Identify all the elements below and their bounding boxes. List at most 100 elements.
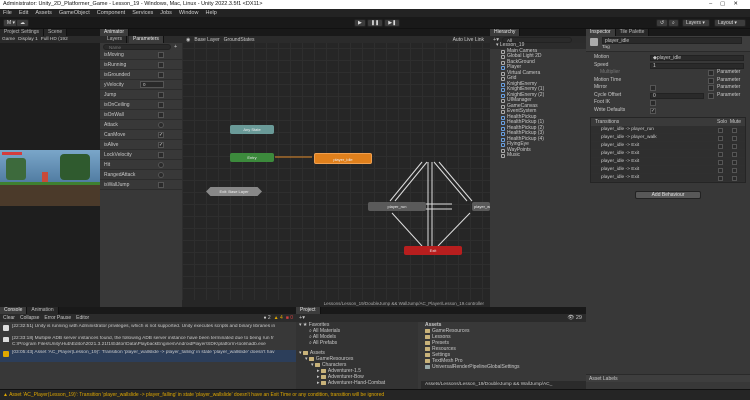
param-row[interactable]: LockVelocity	[100, 150, 182, 160]
param-checkbox[interactable]	[158, 51, 164, 58]
add-parameter-icon[interactable]: +	[174, 44, 177, 50]
transition-row[interactable]: player_idle -> Exit	[591, 174, 745, 182]
add-behaviour-button[interactable]: Add Behaviour	[635, 191, 701, 199]
menu-gameobject[interactable]: GameObject	[59, 9, 90, 17]
hierarchy-item[interactable]: Music	[498, 152, 586, 159]
param-row[interactable]: CanMove ✓	[100, 130, 182, 140]
mirror-param-checkbox[interactable]	[708, 85, 714, 91]
node-player-run[interactable]: player_run	[368, 202, 426, 211]
console-message-line2[interactable]: C:\Program Files\Unity\Hub\Editor\2021.3…	[0, 342, 296, 350]
status-bar[interactable]: ▲ Asset 'AC_Player(Lesson_19)': Transiti…	[0, 389, 750, 400]
param-row[interactable]: Jump	[100, 90, 182, 100]
param-float-field[interactable]: 0	[140, 81, 164, 88]
param-checkbox[interactable]	[158, 181, 164, 188]
param-row[interactable]: isGrounded	[100, 70, 182, 80]
warning-count[interactable]: ▲ 4	[274, 315, 283, 321]
editor-dropdown[interactable]: Editor	[76, 315, 89, 321]
param-checkbox[interactable]	[158, 61, 164, 68]
error-count[interactable]: ■ 0	[286, 315, 293, 321]
play-icon[interactable]: ▶	[354, 19, 366, 27]
game-view-image[interactable]	[0, 150, 100, 206]
param-row[interactable]: isWallJump	[100, 180, 182, 190]
tab-inspector[interactable]: Inspector	[586, 29, 616, 36]
foot-ik-checkbox[interactable]	[650, 100, 656, 106]
transition-row[interactable]: player_idle -> Exit	[591, 158, 745, 166]
param-row[interactable]: yVelocity 0	[100, 80, 182, 90]
param-row[interactable]: isAlive ✓	[100, 140, 182, 150]
multiplier-param-checkbox[interactable]	[708, 70, 714, 76]
motion-time-param-checkbox[interactable]	[708, 77, 714, 84]
animator-graph[interactable]: ◉ Base Layer GroundStates Auto Live Link…	[182, 36, 490, 300]
node-exit[interactable]: Exit	[404, 246, 462, 255]
menu-help[interactable]: Help	[205, 9, 216, 17]
menu-jobs[interactable]: Jobs	[160, 9, 172, 17]
search-icon[interactable]: ⌕	[668, 19, 679, 27]
transition-row[interactable]: player_idle -> player_walk	[591, 134, 745, 142]
info-count[interactable]: ● 2	[263, 315, 270, 321]
tab-layers[interactable]: Layers	[103, 36, 128, 43]
node-player-walk[interactable]: player_walk	[472, 202, 490, 211]
game-dropdown[interactable]: Game	[2, 37, 15, 42]
param-row[interactable]: isRunning	[100, 60, 182, 70]
cloud-icon[interactable]: ☁	[16, 19, 29, 27]
param-trigger[interactable]	[158, 161, 164, 168]
menu-edit[interactable]: Edit	[19, 9, 28, 17]
param-row[interactable]: Attack	[100, 120, 182, 130]
node-any-state[interactable]: Any State	[230, 125, 274, 134]
param-trigger[interactable]	[158, 121, 164, 128]
menu-window[interactable]: Window	[179, 9, 199, 17]
motion-field[interactable]: ◆player_idle	[650, 55, 744, 61]
speed-field[interactable]: 1	[650, 62, 744, 69]
transition-row[interactable]: player_idle -> Exit	[591, 142, 745, 150]
menu-assets[interactable]: Assets	[35, 9, 52, 17]
tab-animator[interactable]: Animator	[100, 29, 130, 36]
console-message[interactable]: [03:05:43] Asset 'AC_Player(Lesson_19)':…	[0, 350, 296, 362]
param-row[interactable]: RangedAttack	[100, 170, 182, 180]
tab-scene[interactable]: Scene	[44, 29, 68, 36]
tab-hierarchy[interactable]: Hierarchy	[490, 29, 521, 36]
menu-component[interactable]: Component	[97, 9, 125, 17]
cycle-offset-field[interactable]: 0	[650, 92, 704, 99]
menu-services[interactable]: Services	[132, 9, 153, 17]
node-exit-base-layer[interactable]: Exit: Base Layer	[206, 187, 262, 196]
param-trigger[interactable]	[158, 171, 164, 178]
tab-parameters[interactable]: Parameters	[129, 36, 164, 43]
history-icon[interactable]: ↺	[656, 19, 669, 27]
params-search-input[interactable]: Name	[103, 43, 171, 50]
tab-animation[interactable]: Animation	[27, 307, 59, 314]
transition-row[interactable]: player_idle -> Exit	[591, 166, 745, 174]
param-row[interactable]: isOnCeiling	[100, 100, 182, 110]
window-controls[interactable]: –▢✕	[709, 0, 746, 9]
param-checkbox[interactable]: ✓	[158, 141, 164, 148]
param-row[interactable]: Hit	[100, 160, 182, 170]
menu-file[interactable]: File	[3, 9, 12, 17]
layout-dropdown[interactable]: Layout ▾	[714, 19, 746, 27]
tab-console[interactable]: Console	[0, 307, 28, 314]
param-row[interactable]: isMoving	[100, 50, 182, 60]
tree-folder[interactable]: ▸ Adventurer-Hand-Combat	[299, 380, 418, 386]
write-defaults-checkbox[interactable]: ✓	[650, 107, 656, 114]
param-checkbox[interactable]	[158, 111, 164, 118]
param-checkbox[interactable]: ✓	[158, 131, 164, 138]
error-pause-button[interactable]: Error Pause	[44, 315, 71, 321]
node-player-idle[interactable]: player_idle	[314, 153, 372, 164]
state-name-field[interactable]: player_idle	[602, 37, 742, 44]
param-row[interactable]: isOnWall	[100, 110, 182, 120]
fav-item[interactable]: ⌕ All Prefabs	[299, 340, 418, 346]
transition-row[interactable]: player_idle -> player_run	[591, 126, 745, 134]
cycle-offset-param-checkbox[interactable]	[708, 92, 714, 99]
display-dropdown[interactable]: Display 1	[18, 37, 38, 42]
tab-project[interactable]: Project	[296, 307, 321, 314]
collapse-button[interactable]: Collapse	[20, 315, 39, 321]
layers-dropdown[interactable]: Layers ▾	[682, 19, 710, 27]
tab-project-settings[interactable]: Project Settings	[0, 29, 45, 36]
mirror-checkbox[interactable]	[650, 85, 656, 91]
param-checkbox[interactable]	[158, 151, 164, 158]
param-checkbox[interactable]	[158, 91, 164, 98]
asset-item[interactable]: UniversalRenderPipelineGlobalSettings	[425, 364, 586, 370]
add-asset-icon[interactable]: +▾	[299, 315, 305, 321]
asset-labels-header[interactable]: Asset Labels	[586, 374, 750, 382]
node-entry[interactable]: Entry	[230, 153, 274, 162]
pause-icon[interactable]: ❚❚	[366, 19, 384, 27]
clear-button[interactable]: Clear	[3, 315, 15, 321]
